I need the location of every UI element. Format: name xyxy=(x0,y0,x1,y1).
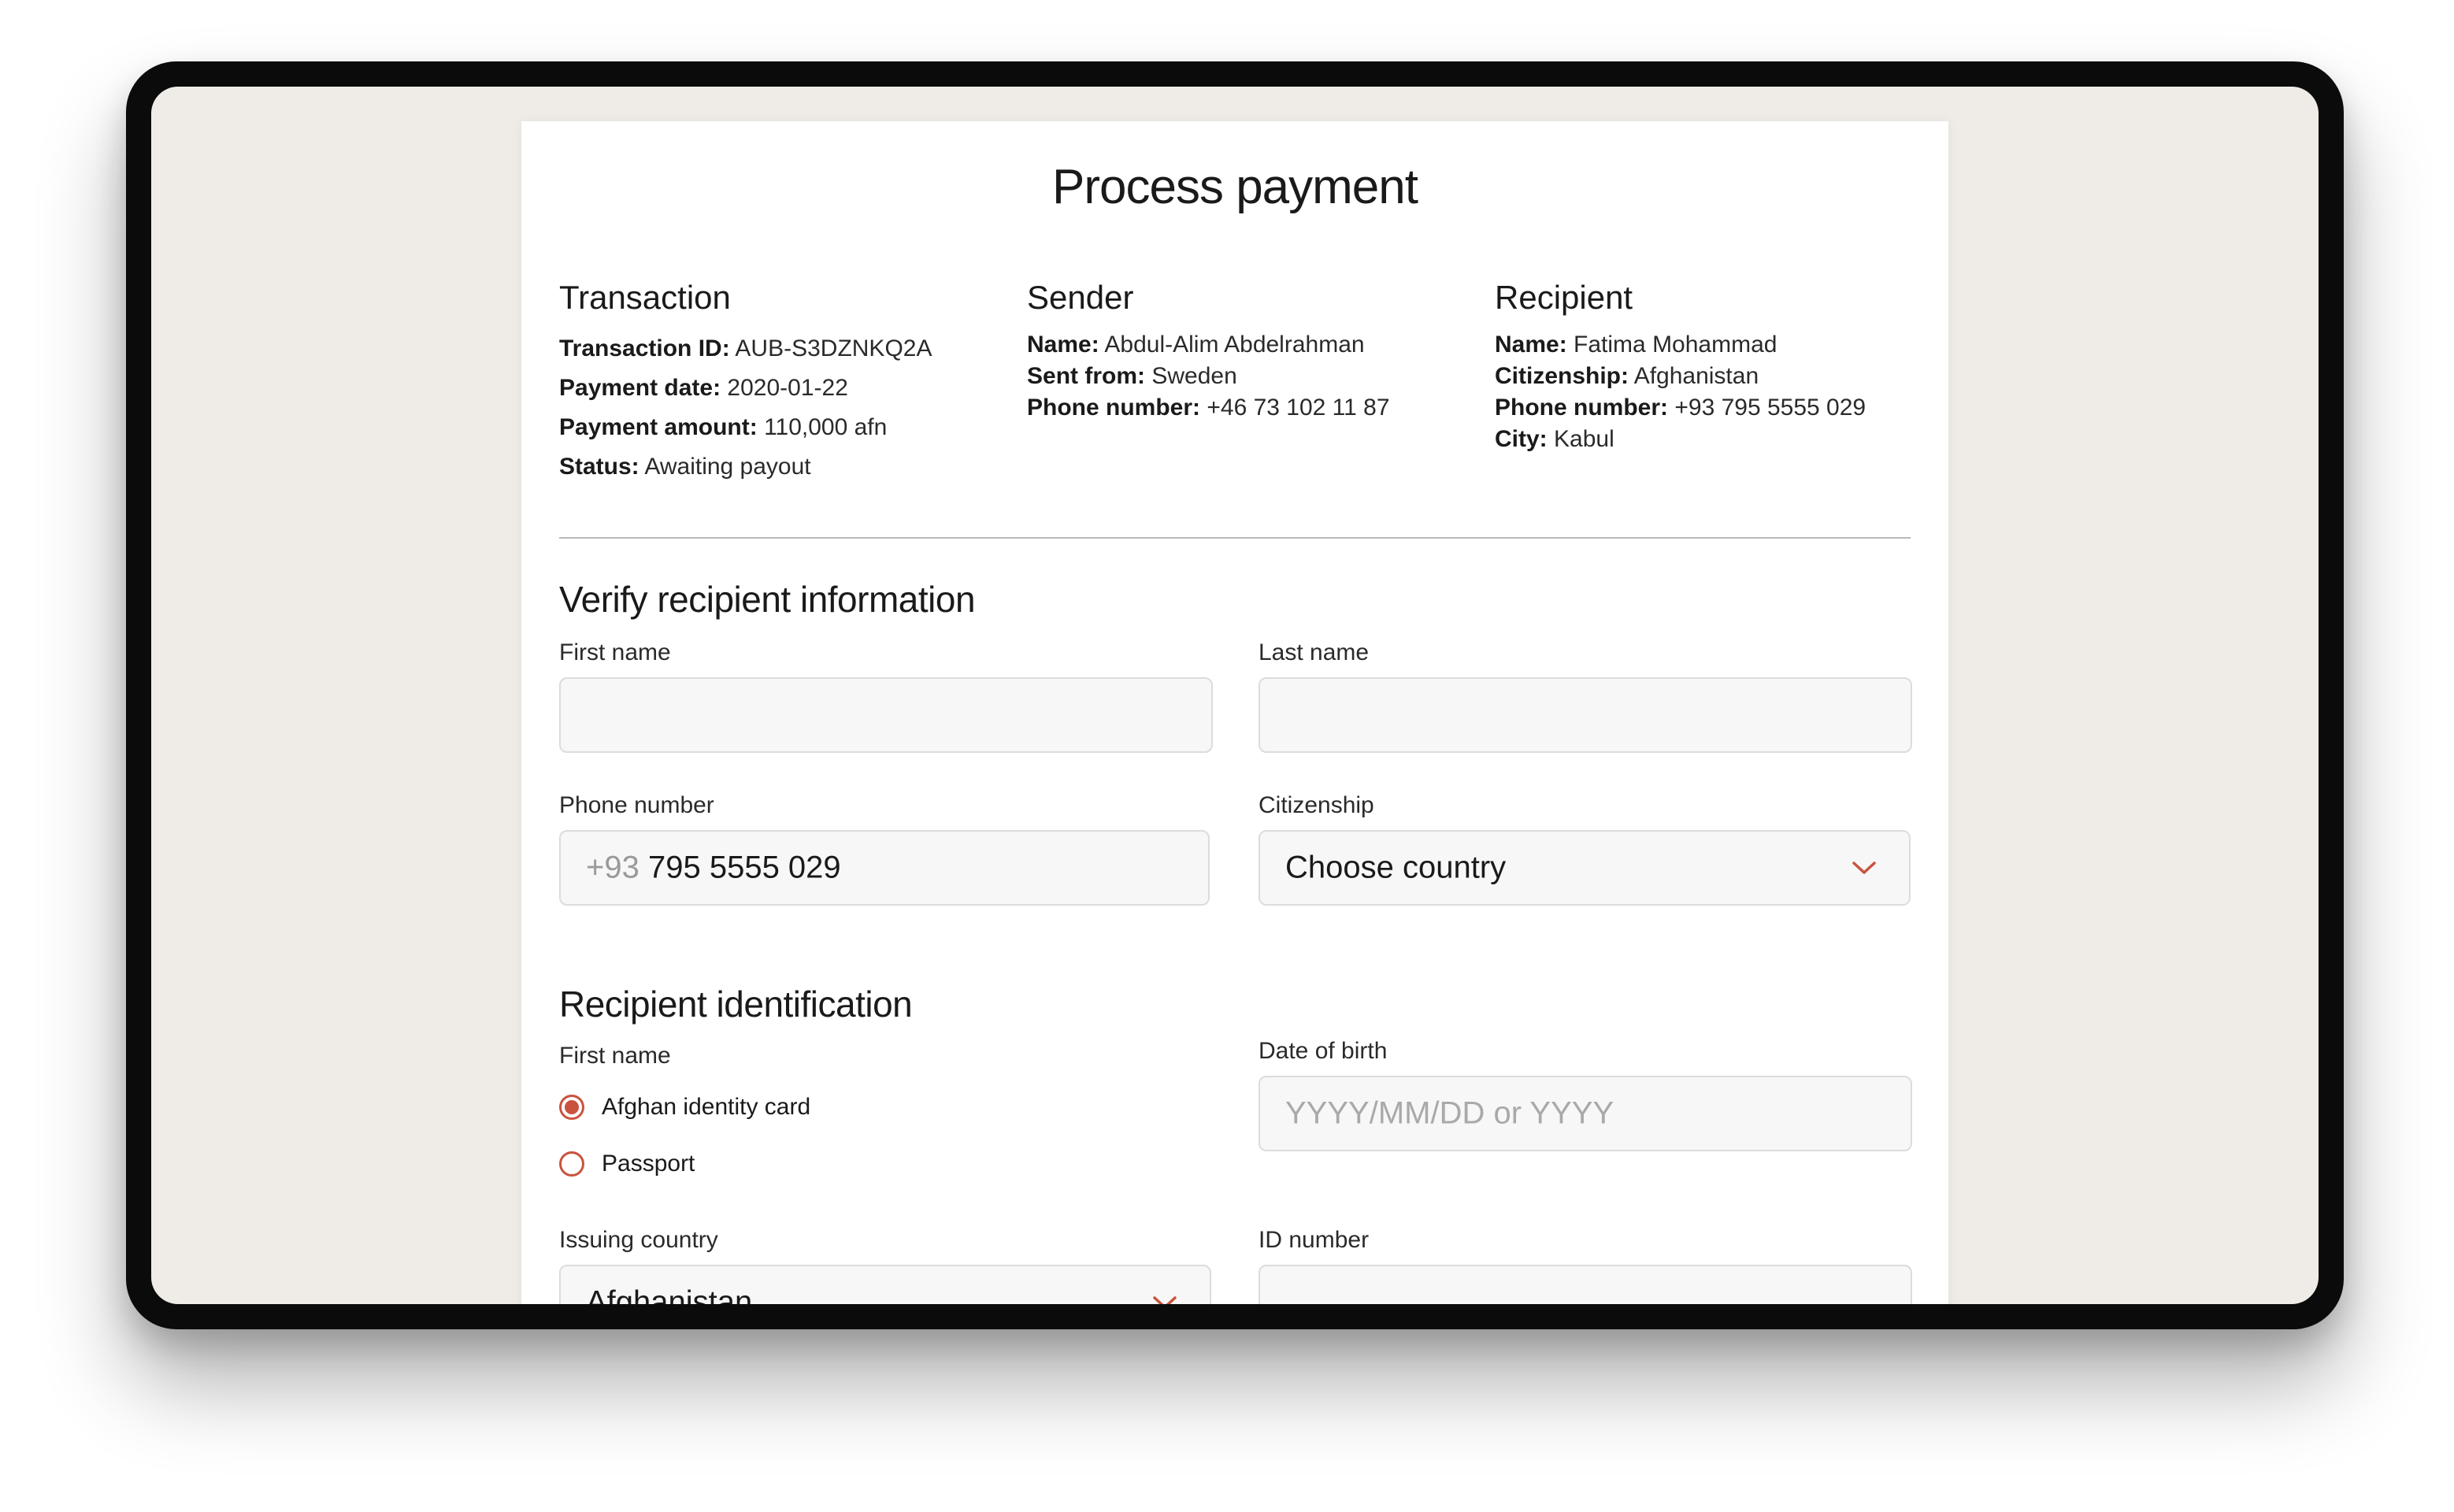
row-label: City: xyxy=(1495,426,1548,452)
id-type-label: First name xyxy=(559,1043,671,1069)
recipient-phone-row: Phone number: +93 795 5555 029 xyxy=(1495,392,1866,424)
row-value: Kabul xyxy=(1554,426,1614,452)
first-name-label: First name xyxy=(559,639,671,665)
radio-label: Passport xyxy=(602,1151,695,1177)
last-name-label: Last name xyxy=(1259,639,1370,665)
radio-afghan-identity-card[interactable]: Afghan identity card xyxy=(559,1091,810,1123)
row-label: Transaction ID: xyxy=(559,335,730,361)
phone-input[interactable]: +93 795 5555 029 xyxy=(559,830,1210,906)
row-label: Status: xyxy=(559,454,639,480)
page-title: Process payment xyxy=(1052,160,1418,214)
row-label: Payment amount: xyxy=(559,414,758,440)
row-value: Abdul-Alim Abdelrahman xyxy=(1104,332,1365,358)
status-row: Status: Awaiting payout xyxy=(559,447,932,487)
device-frame: Process payment Transaction Transaction … xyxy=(126,61,2344,1329)
payment-card: Process payment Transaction Transaction … xyxy=(521,121,1948,1304)
transaction-id-row: Transaction ID: AUB-S3DZNKQ2A xyxy=(559,329,932,369)
row-label: Phone number: xyxy=(1027,395,1201,421)
citizenship-select[interactable]: Choose country xyxy=(1259,830,1911,906)
sender-name-row: Name: Abdul-Alim Abdelrahman xyxy=(1027,329,1390,361)
issuing-country-select[interactable]: Afghanistan xyxy=(559,1265,1211,1304)
sender-heading: Sender xyxy=(1027,279,1134,316)
phone-label: Phone number xyxy=(559,792,714,818)
sender-section: Sender Name: Abdul-Alim Abdelrahman Sent… xyxy=(1027,279,1390,424)
phone-value: 795 5555 029 xyxy=(647,850,841,885)
citizenship-row: Citizenship: Afghanistan xyxy=(1495,361,1866,392)
row-value: 2020-01-22 xyxy=(727,375,848,401)
transaction-heading: Transaction xyxy=(559,279,731,316)
last-name-input[interactable] xyxy=(1259,677,1912,753)
id-number-label: ID number xyxy=(1259,1227,1370,1253)
first-name-input[interactable] xyxy=(559,677,1213,753)
id-number-input[interactable] xyxy=(1259,1265,1912,1304)
recipient-section: Recipient Name: Fatima Mohammad Citizens… xyxy=(1495,279,1866,455)
row-value: +93 795 5555 029 xyxy=(1674,395,1866,421)
chevron-down-icon xyxy=(1153,1296,1177,1304)
section-divider xyxy=(559,537,1911,539)
radio-passport[interactable]: Passport xyxy=(559,1148,695,1180)
recipient-name-row: Name: Fatima Mohammad xyxy=(1495,329,1866,361)
row-label: Payment date: xyxy=(559,375,721,401)
phone-prefix: +93 xyxy=(586,850,639,885)
radio-label: Afghan identity card xyxy=(602,1094,811,1120)
row-label: Name: xyxy=(1495,332,1567,358)
phone-value-wrap: +93 795 5555 029 xyxy=(586,850,841,886)
row-label: Phone number: xyxy=(1495,395,1669,421)
recipient-heading: Recipient xyxy=(1495,279,1633,316)
chevron-down-icon xyxy=(1852,862,1876,874)
dob-input[interactable]: YYYY/MM/DD or YYYY xyxy=(1259,1076,1912,1151)
row-label: Name: xyxy=(1027,332,1099,358)
city-row: City: Kabul xyxy=(1495,424,1866,455)
screen: Process payment Transaction Transaction … xyxy=(151,87,2319,1304)
dob-placeholder: YYYY/MM/DD or YYYY xyxy=(1285,1095,1614,1131)
issuing-country-value: Afghanistan xyxy=(586,1284,753,1305)
dob-label: Date of birth xyxy=(1259,1038,1388,1064)
radio-unchecked-icon[interactable] xyxy=(559,1151,584,1177)
row-label: Citizenship: xyxy=(1495,363,1629,389)
row-value: Sweden xyxy=(1151,363,1237,389)
citizenship-label: Citizenship xyxy=(1259,792,1374,818)
payment-amount-row: Payment amount: 110,000 afn xyxy=(559,408,932,447)
transaction-section: Transaction Transaction ID: AUB-S3DZNKQ2… xyxy=(559,279,932,487)
row-value: AUB-S3DZNKQ2A xyxy=(735,335,932,361)
identification-heading: Recipient identification xyxy=(559,984,913,1025)
citizenship-value: Choose country xyxy=(1285,850,1507,885)
row-label: Sent from: xyxy=(1027,363,1145,389)
row-value: +46 73 102 11 87 xyxy=(1207,395,1390,421)
row-value: Awaiting payout xyxy=(644,454,811,480)
row-value: 110,000 afn xyxy=(764,414,888,440)
issuing-country-label: Issuing country xyxy=(559,1227,718,1253)
sender-phone-row: Phone number: +46 73 102 11 87 xyxy=(1027,392,1390,424)
verify-heading: Verify recipient information xyxy=(559,579,976,620)
row-value: Afghanistan xyxy=(1633,363,1759,389)
row-value: Fatima Mohammad xyxy=(1574,332,1777,358)
payment-date-row: Payment date: 2020-01-22 xyxy=(559,369,932,408)
sent-from-row: Sent from: Sweden xyxy=(1027,361,1390,392)
radio-checked-icon[interactable] xyxy=(559,1095,584,1120)
